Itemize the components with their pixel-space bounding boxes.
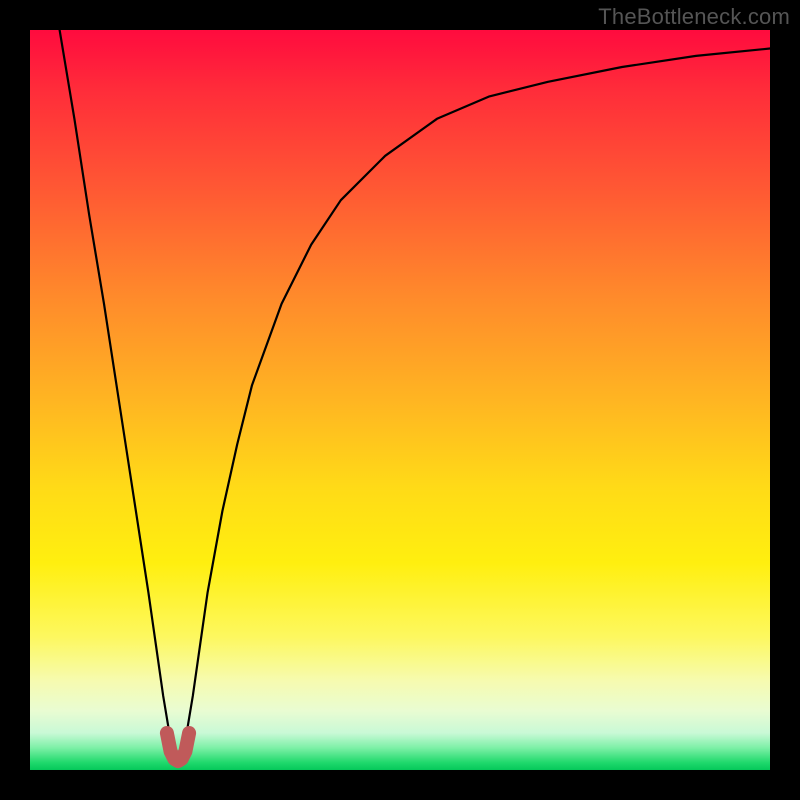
sweet-spot-marker	[167, 733, 189, 761]
plot-area	[30, 30, 770, 770]
curve-layer	[30, 30, 770, 770]
bottleneck-curve	[60, 30, 770, 755]
watermark-text: TheBottleneck.com	[598, 4, 790, 30]
chart-frame: TheBottleneck.com	[0, 0, 800, 800]
